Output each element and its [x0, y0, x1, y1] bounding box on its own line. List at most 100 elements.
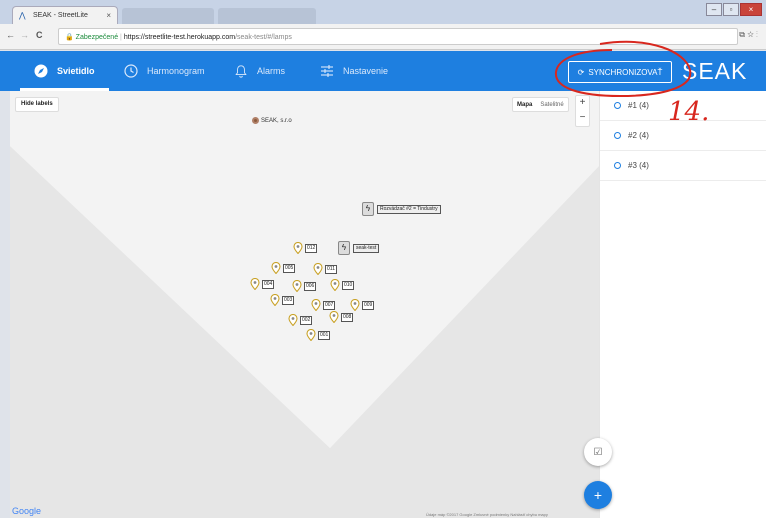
lamp-marker[interactable]: 002 — [288, 314, 313, 326]
browser-toolbar: ← → C 🔒 Zabezpečené | https://streetlite… — [0, 24, 766, 50]
annotation-label: 14. — [668, 97, 710, 127]
lamp-marker[interactable]: 007 — [311, 299, 336, 311]
bookmark-star-icon[interactable]: ☆ — [747, 30, 754, 39]
radio-ring-icon — [614, 102, 621, 109]
checklist-icon: ☑ — [593, 446, 603, 458]
lamp-marker[interactable]: 009 — [350, 299, 375, 311]
group-label: #2 (4) — [628, 131, 649, 140]
plus-icon: + — [593, 487, 603, 503]
nav-svietidlo[interactable]: Svietidlo — [20, 51, 108, 91]
lamp-pin-icon — [311, 299, 321, 311]
sync-label: SYNCHRONIZOVAŤ — [588, 67, 663, 77]
lamp-pin-icon — [350, 299, 360, 311]
minimize-icon[interactable]: ‒ — [706, 3, 722, 16]
compass-icon — [34, 64, 48, 78]
radio-ring-icon — [614, 132, 621, 139]
map-type-toggle: Mapa Satelitné — [512, 97, 569, 112]
lamp-label: 011 — [325, 264, 337, 274]
browser-actions: ⧉ ☆ ⋮ — [739, 30, 758, 40]
poi-label: SEAK, s.r.o — [261, 117, 292, 124]
lamp-label: 012 — [305, 243, 318, 253]
poi-marker-icon — [252, 117, 259, 124]
lamp-pin-icon — [292, 280, 302, 292]
browser-tab[interactable]: ⋀ SEAK - StreetLite × — [12, 6, 118, 24]
forward-icon[interactable]: → — [20, 30, 29, 40]
lamp-label: 001 — [318, 330, 331, 340]
window-close-icon[interactable]: × — [740, 3, 762, 16]
zoom-in-button[interactable]: + — [576, 96, 589, 111]
lamp-pin-icon — [288, 314, 298, 326]
tab-title: SEAK - StreetLite — [33, 12, 88, 19]
lamp-label: 003 — [282, 295, 295, 305]
lamp-marker[interactable]: 008 — [329, 311, 354, 323]
group-list-item[interactable]: #3 (4) — [600, 151, 766, 181]
google-logo: Google — [12, 506, 42, 516]
map-terrain — [10, 91, 599, 518]
nav-label: Alarms — [257, 66, 286, 76]
lamp-label: 006 — [304, 281, 317, 291]
add-fab-button[interactable]: + — [584, 481, 612, 509]
browser-titlebar: ⋀ SEAK - StreetLite × ‒ ▫ × — [0, 0, 766, 24]
nav-harmonogram[interactable]: Harmonogram — [124, 51, 205, 91]
lamp-marker[interactable]: 012 — [293, 242, 318, 254]
sync-icon: ⟳ — [577, 67, 585, 77]
lamp-marker[interactable]: 010 — [330, 279, 355, 291]
lamp-marker[interactable]: 001 — [306, 329, 331, 341]
radio-ring-icon — [614, 162, 621, 169]
zoom-out-button[interactable]: − — [576, 111, 589, 126]
lamp-label: 007 — [323, 300, 336, 310]
address-bar[interactable]: 🔒 Zabezpečené | https://streetlite-test.… — [58, 28, 738, 45]
secure-label: Zabezpečené — [75, 34, 119, 41]
browser-window: ⋀ SEAK - StreetLite × ‒ ▫ × ← → C 🔒 Zabe… — [0, 0, 766, 518]
nav-nastavenie[interactable]: Nastavenie — [320, 51, 388, 91]
lightning-icon: ϟ — [338, 241, 350, 255]
group-label: #1 (4) — [628, 101, 649, 110]
lightning-icon: ϟ — [362, 202, 374, 216]
sliders-icon — [320, 64, 334, 78]
lamp-label: 005 — [283, 263, 296, 273]
lamp-pin-icon — [271, 262, 281, 274]
zoom-control: + − — [575, 95, 590, 127]
lamp-pin-icon — [306, 329, 316, 341]
lamp-marker[interactable]: 003 — [270, 294, 295, 306]
lamp-marker[interactable]: 004 — [250, 278, 275, 290]
nav-label: Nastavenie — [343, 66, 389, 76]
lamp-marker[interactable]: 005 — [271, 262, 296, 274]
synchronize-button[interactable]: ⟳ SYNCHRONIZOVAŤ — [568, 61, 672, 83]
seak-logo: SEAK — [682, 58, 748, 84]
checklist-fab-button[interactable]: ☑ — [584, 438, 612, 466]
lamp-marker[interactable]: 006 — [292, 280, 317, 292]
browser-tab-blurred[interactable] — [122, 8, 214, 24]
lamp-label: 004 — [262, 279, 275, 289]
lamp-label: 008 — [341, 312, 354, 322]
lamp-label: 002 — [300, 315, 313, 325]
map-type-map[interactable]: Mapa — [513, 102, 536, 108]
lamp-pin-icon — [313, 263, 323, 275]
map-poi[interactable]: SEAK, s.r.o — [252, 117, 292, 124]
hide-labels-button[interactable]: Hide labels — [15, 97, 59, 112]
map-type-satellite[interactable]: Satelitné — [536, 102, 567, 108]
switchboard-label: Rozvádzač #2 = Tindustry — [377, 204, 441, 214]
switchboard-marker[interactable]: ϟ Rozvádzač #2 = Tindustry — [362, 202, 441, 216]
browser-menu-icon[interactable]: ⋮ — [756, 30, 758, 39]
reload-icon[interactable]: C — [36, 30, 43, 40]
lock-icon: 🔒 — [65, 34, 74, 41]
lamp-pin-icon — [250, 278, 260, 290]
browser-tab-blurred[interactable] — [218, 8, 316, 24]
maximize-icon[interactable]: ▫ — [723, 3, 739, 16]
nav-alarms[interactable]: Alarms — [234, 51, 285, 91]
seak-favicon-icon: ⋀ — [19, 11, 26, 20]
clock-icon — [124, 64, 138, 78]
switchboard-marker[interactable]: ϟ seak-test — [338, 241, 380, 255]
lamp-pin-icon — [329, 311, 339, 323]
translate-icon[interactable]: ⧉ — [739, 30, 745, 39]
group-label: #3 (4) — [628, 161, 649, 170]
url-path: /seak-test/#/lamps — [235, 34, 292, 41]
lamp-label: 009 — [362, 300, 375, 310]
back-icon[interactable]: ← — [6, 30, 15, 40]
lamp-marker[interactable]: 011 — [313, 263, 337, 275]
map-canvas[interactable]: Hide labels Mapa Satelitné + − SEAK, s.r… — [10, 91, 599, 518]
map-footer-links[interactable]: Údaje máp ©2017 Google Zmluvné podmienky… — [426, 512, 548, 517]
tab-close-icon[interactable]: × — [106, 11, 111, 20]
switchboard-label: seak-test — [353, 243, 380, 253]
